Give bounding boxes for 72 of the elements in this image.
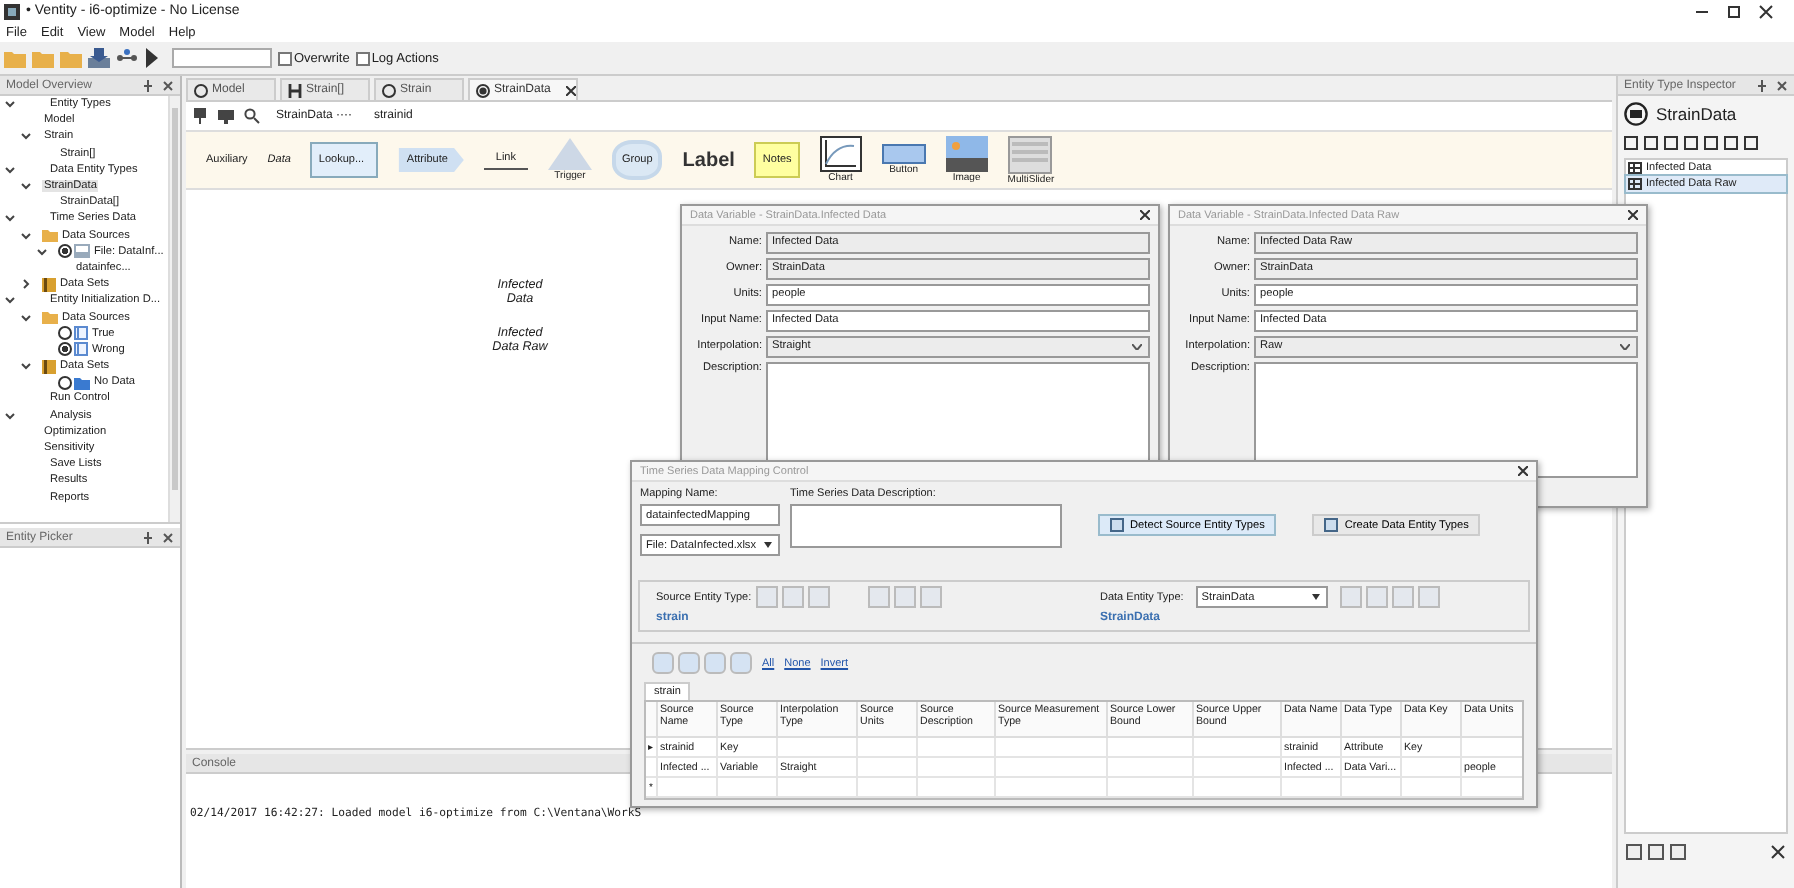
radio-button[interactable] [58, 375, 72, 390]
table-cell [718, 778, 778, 798]
search-icon[interactable] [244, 108, 260, 124]
table-cell [918, 738, 996, 758]
window-icon [1110, 518, 1124, 532]
scrollbar[interactable] [168, 96, 180, 522]
description-field[interactable] [790, 504, 1062, 548]
table-cell [778, 778, 858, 798]
caret-icon [1311, 594, 1320, 600]
table-cell [996, 738, 1108, 758]
command-field[interactable] [172, 48, 272, 68]
image-icon[interactable] [945, 136, 988, 172]
table-cell [1402, 758, 1462, 778]
close-icon[interactable] [1758, 3, 1774, 19]
close-icon[interactable] [566, 85, 577, 95]
table-cell [658, 778, 718, 798]
table-cell [996, 778, 1108, 798]
table-cell [918, 758, 996, 778]
radio-button[interactable] [58, 342, 72, 357]
slider-icon[interactable] [1008, 135, 1053, 173]
table-cell [1108, 778, 1194, 798]
close-icon[interactable] [1140, 210, 1150, 220]
table-cell [1194, 758, 1282, 778]
close-icon[interactable] [1628, 210, 1638, 220]
radio-button[interactable] [58, 326, 72, 341]
target-icon [476, 83, 490, 97]
expander-icon[interactable] [20, 130, 32, 143]
chart-icon[interactable] [819, 136, 862, 172]
table-cell [858, 778, 918, 798]
table-cell [778, 738, 858, 758]
table-cell [1108, 738, 1194, 758]
table-cell [858, 758, 918, 778]
close-icon[interactable] [162, 79, 174, 91]
table-cell [1108, 758, 1194, 778]
chevron-icon [1132, 343, 1142, 349]
table-cell [996, 758, 1108, 778]
button-icon[interactable] [881, 144, 926, 164]
expander-icon[interactable] [4, 98, 16, 111]
table-cell [858, 738, 918, 758]
radio-button[interactable] [58, 244, 72, 259]
file-icon [74, 244, 90, 259]
table-cell [1282, 778, 1342, 798]
table-cell [1194, 738, 1282, 758]
tray-icon[interactable] [88, 48, 110, 68]
binder-icon [42, 359, 56, 374]
delete-icon[interactable] [1770, 844, 1786, 860]
expander-icon[interactable] [20, 360, 32, 373]
entity-name: StrainData [1656, 104, 1737, 124]
circle-icon [382, 83, 396, 97]
palette-item[interactable]: Label [682, 149, 735, 171]
table-cell [1402, 778, 1462, 798]
checkbox[interactable] [278, 51, 292, 65]
maximize-icon[interactable] [1726, 3, 1742, 19]
play-icon[interactable] [144, 48, 160, 68]
close-icon[interactable] [162, 531, 174, 543]
table-cell [1342, 778, 1402, 798]
table-cell [918, 778, 996, 798]
chevron-icon [1620, 343, 1630, 349]
folder-icon [42, 310, 58, 325]
app-icon [4, 3, 20, 19]
checkbox[interactable] [355, 51, 370, 65]
circle-icon [194, 83, 208, 97]
folder-icon [74, 375, 90, 390]
caret-icon [764, 542, 772, 548]
table-cell [1194, 778, 1282, 798]
binder-icon [42, 277, 56, 292]
window-icon [1324, 518, 1339, 532]
expander-icon[interactable] [4, 409, 16, 422]
close-icon[interactable] [1518, 466, 1528, 476]
close-icon[interactable] [1776, 79, 1788, 91]
folder-icon [42, 228, 58, 243]
monitor-icon[interactable] [218, 108, 234, 124]
